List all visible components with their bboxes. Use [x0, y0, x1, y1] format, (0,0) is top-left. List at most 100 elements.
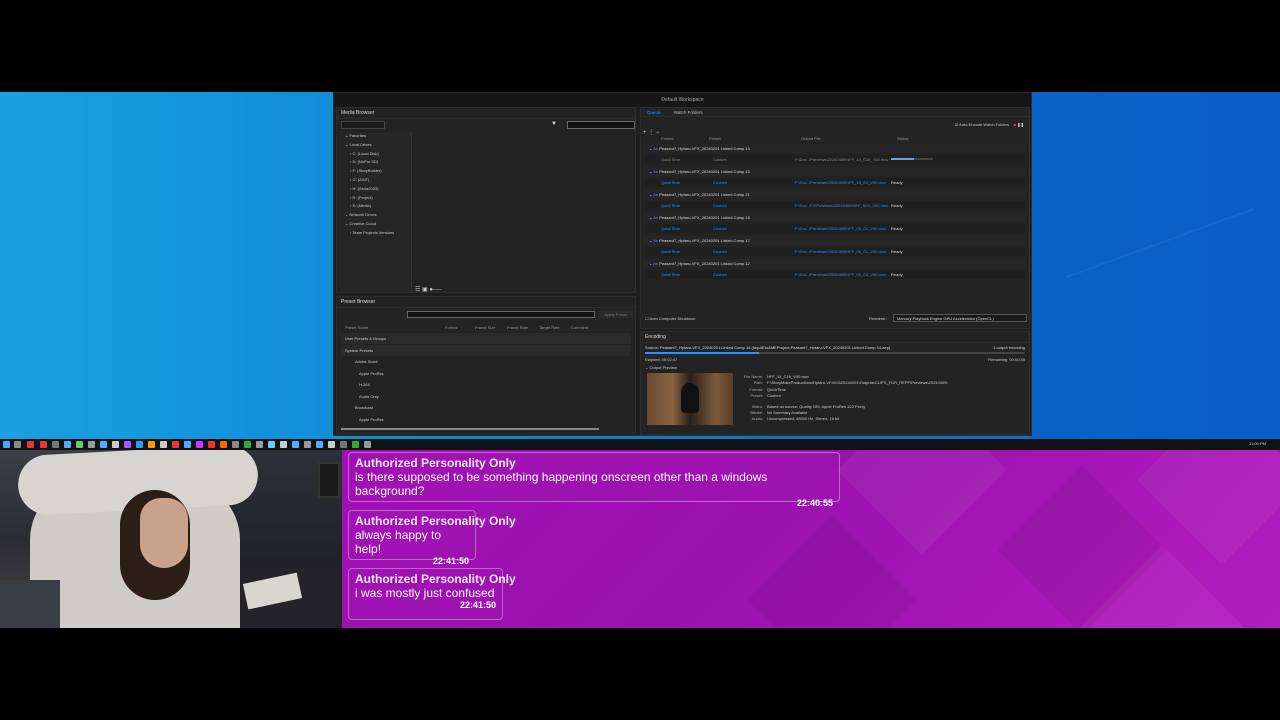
- preset-item[interactable]: Adobe Stock: [341, 356, 631, 367]
- queue-output-row[interactable]: QuickTime Custom F:\Doc..\Previews\2024040…: [645, 178, 1025, 187]
- queue-item[interactable]: ⌄ Ae Peasant7_Hptaru-VFX_20240201 Linked…: [645, 167, 1025, 176]
- queue-output-row[interactable]: QuickTime Custom F:\Doc..\Previews\2024040…: [645, 270, 1025, 279]
- auto-encode-toggle[interactable]: ☑ Auto-Encode Watch Folders: [955, 122, 1009, 127]
- app-icon[interactable]: [328, 441, 335, 448]
- format-select[interactable]: QuickTime: [661, 270, 680, 279]
- preset-column-header[interactable]: Target Rate: [539, 324, 560, 332]
- tree-item[interactable]: › S: (Media): [340, 202, 411, 211]
- queue-output-row[interactable]: QuickTime Custom F:\Doc..\Previews\2024040…: [645, 155, 1025, 164]
- tree-item[interactable]: › C: (Local Disk): [340, 150, 411, 159]
- preset-column-header[interactable]: Format: [445, 324, 458, 332]
- output-file-link[interactable]: F:\Doc..\Previews\20240409\HFF_14_C16_V0…: [795, 155, 888, 164]
- renderer-select[interactable]: Mercury Playback Engine GPU Acceleration…: [893, 314, 1027, 322]
- app-icon[interactable]: [316, 441, 323, 448]
- preset-column-header[interactable]: Frame Rate: [507, 324, 528, 332]
- queue-output-row[interactable]: QuickTime Custom F:\Doc..\Previews\2024040…: [645, 224, 1025, 233]
- preset-column-header[interactable]: Comment: [571, 324, 588, 332]
- clock[interactable]: 11:00 PM: [1249, 441, 1266, 446]
- tree-item[interactable]: › H: (Sena2023): [340, 185, 411, 194]
- output-file-link[interactable]: F:\Doc..\Previews\20240409\HFF_13_C9_V00…: [795, 178, 886, 187]
- app-icon[interactable]: [256, 441, 263, 448]
- search-icon[interactable]: [14, 441, 21, 448]
- app-icon[interactable]: [352, 441, 359, 448]
- queue-item[interactable]: ⌄ Ae Peasant7_Hptaru-VFX_20240201 Linked…: [645, 144, 1025, 153]
- preset-item[interactable]: Apple ProRes: [341, 414, 631, 425]
- app-icon[interactable]: [112, 441, 119, 448]
- tree-item[interactable]: ⌄ Favorites: [340, 132, 411, 141]
- queue-column-header[interactable]: Output File: [801, 135, 821, 142]
- tree-item[interactable]: ⌄ Local Drives: [340, 141, 411, 150]
- preset-select[interactable]: Custom: [713, 178, 727, 187]
- queue-item[interactable]: ⌄ Ae Peasant7_Hptaru-VFX_20240201 Linked…: [645, 259, 1025, 268]
- preset-select[interactable]: Custom: [713, 155, 727, 164]
- app-icon[interactable]: [27, 441, 34, 448]
- output-file-link[interactable]: F:\Doc..\Previews\20240409\HFF_03_C3_V00…: [795, 270, 886, 279]
- format-select[interactable]: QuickTime: [661, 201, 680, 210]
- tree-item[interactable]: ⌄ Creative Cloud: [340, 220, 411, 229]
- media-search-input[interactable]: [567, 121, 635, 129]
- app-icon[interactable]: [160, 441, 167, 448]
- preset-item[interactable]: User Presets & Groups: [341, 333, 631, 344]
- app-icon[interactable]: [244, 441, 251, 448]
- queue-column-header[interactable]: Preset: [709, 135, 721, 142]
- app-icon[interactable]: [64, 441, 71, 448]
- app-icon[interactable]: [148, 441, 155, 448]
- start-icon[interactable]: [3, 441, 10, 448]
- app-icon[interactable]: [268, 441, 275, 448]
- app-icon[interactable]: [340, 441, 347, 448]
- app-icon[interactable]: [292, 441, 299, 448]
- tree-item[interactable]: › Team Projects Versions: [340, 229, 411, 238]
- output-preview-toggle[interactable]: ⌄ Output Preview: [645, 365, 677, 370]
- preset-select[interactable]: Custom: [713, 201, 727, 210]
- app-icon[interactable]: [76, 441, 83, 448]
- format-select[interactable]: QuickTime: [661, 224, 680, 233]
- app-icon[interactable]: [88, 441, 95, 448]
- app-icon[interactable]: [40, 441, 47, 448]
- stop-icon[interactable]: ■ ❚❚: [1014, 122, 1024, 127]
- filter-icon[interactable]: ▼: [551, 121, 557, 127]
- format-select[interactable]: QuickTime: [661, 178, 680, 187]
- queue-item[interactable]: ⌄ Ae Peasant7_Hptaru-VFX_20240201 Linked…: [645, 190, 1025, 199]
- auto-shutdown-checkbox[interactable]: ☐ Auto Computer Shutdown: [645, 316, 695, 321]
- preset-scrollbar[interactable]: [341, 428, 599, 430]
- output-file-link[interactable]: F:\Doc..\Previews\20240409\HFF_04_C1_V00…: [795, 247, 886, 256]
- app-icon[interactable]: [304, 441, 311, 448]
- app-icon[interactable]: [184, 441, 191, 448]
- view-controls[interactable]: ☰ ▣ ●──: [415, 286, 465, 293]
- preset-item[interactable]: H.264: [341, 379, 631, 390]
- app-icon[interactable]: [136, 441, 143, 448]
- preset-column-header[interactable]: Frame Size: [475, 324, 495, 332]
- app-icon[interactable]: [208, 441, 215, 448]
- preset-column-header[interactable]: Preset Name: [345, 324, 368, 332]
- preset-select[interactable]: Custom: [713, 224, 727, 233]
- app-icon[interactable]: [220, 441, 227, 448]
- app-icon[interactable]: [52, 441, 59, 448]
- preset-item[interactable]: System Presets: [341, 344, 631, 356]
- tree-item[interactable]: › G: (ASIT): [340, 176, 411, 185]
- tab-watch-folders[interactable]: Watch Folders: [674, 110, 703, 115]
- output-file-link[interactable]: F:\Doc..\Previews\20240409\HFF_03_C1_V00…: [795, 224, 886, 233]
- app-icon[interactable]: [364, 441, 371, 448]
- queue-item[interactable]: ⌄ Ae Peasant7_Hptaru-VFX_20240201 Linked…: [645, 213, 1025, 222]
- app-icon[interactable]: [232, 441, 239, 448]
- app-icon[interactable]: [280, 441, 287, 448]
- tab-queue[interactable]: Queue: [647, 110, 661, 115]
- tree-item[interactable]: ⌄ Network Drives: [340, 211, 411, 220]
- output-file-link[interactable]: F:\Doc..\FX\Previews\20240409\HFF_SK1_V0…: [795, 201, 888, 210]
- format-select[interactable]: QuickTime: [661, 247, 680, 256]
- preset-item[interactable]: Apple ProRes: [341, 368, 631, 379]
- queue-output-row[interactable]: QuickTime Custom F:\Doc..\FX\Previews\2024…: [645, 201, 1025, 210]
- format-select[interactable]: QuickTime: [661, 155, 680, 164]
- preset-select[interactable]: Custom: [713, 270, 727, 279]
- location-dropdown[interactable]: [341, 121, 385, 129]
- tree-item[interactable]: › F: (StoryBuilder): [340, 167, 411, 176]
- app-icon[interactable]: [196, 441, 203, 448]
- tree-item[interactable]: › D: (NoPro SD): [340, 158, 411, 167]
- app-icon[interactable]: [124, 441, 131, 448]
- app-icon[interactable]: [172, 441, 179, 448]
- queue-column-header[interactable]: Format: [661, 135, 674, 142]
- queue-column-header[interactable]: Status: [897, 135, 908, 142]
- preset-select[interactable]: Custom: [713, 247, 727, 256]
- queue-item[interactable]: ⌄ Ae Peasant7_Hptaru-VFX_20240201 Linked…: [645, 236, 1025, 245]
- tree-item[interactable]: › R: (Project): [340, 194, 411, 203]
